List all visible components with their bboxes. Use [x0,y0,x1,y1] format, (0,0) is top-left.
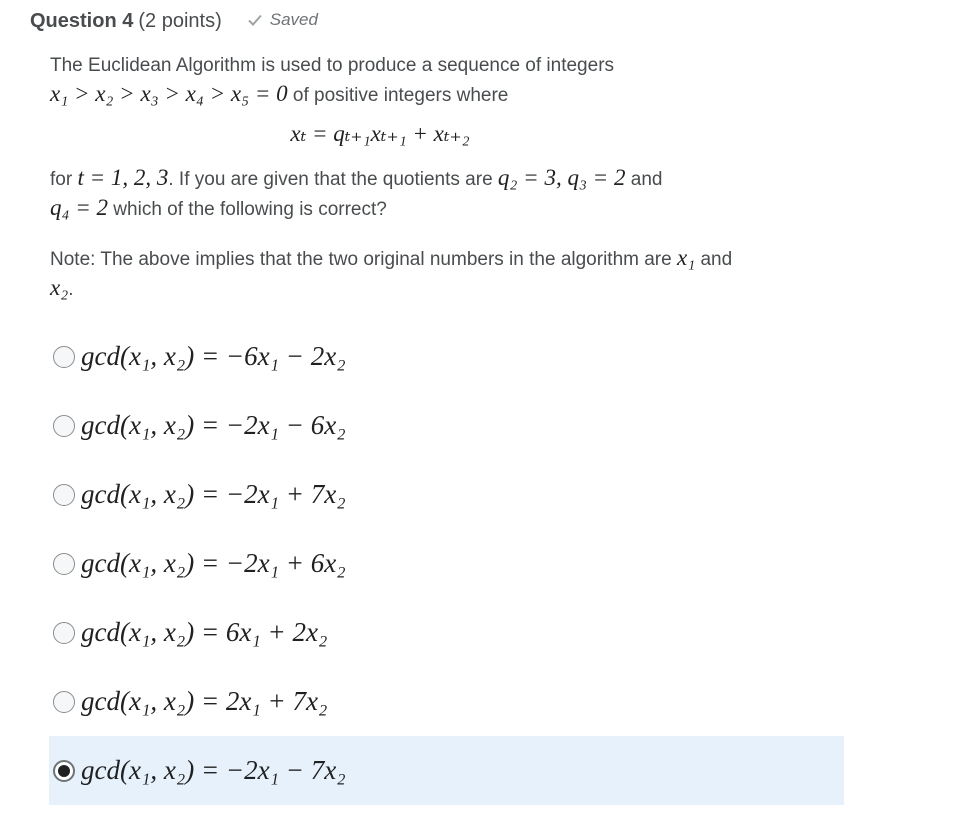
answer-option[interactable]: gcd(x₁, x₂) = −2x₁ − 6x₂ [49,391,844,460]
note-paragraph: Note: The above implies that the two ori… [50,244,850,304]
note-text: . [68,279,74,300]
answer-option[interactable]: gcd(x₁, x₂) = −2x₁ + 6x₂ [49,529,844,598]
stem-sequence-math: x₁ > x₂ > x₃ > x₄ > x₅ = 0 [50,81,288,106]
saved-status: Saved [248,10,318,30]
stem-line1-text: The Euclidean Algorithm is used to produ… [50,55,615,76]
stem-text: which of the following is correct? [108,199,387,220]
answer-options: gcd(x₁, x₂) = −6x₁ − 2x₂ gcd(x₁, x₂) = −… [49,322,844,805]
option-label[interactable]: gcd(x₁, x₂) = −2x₁ − 7x₂ [81,755,346,786]
option-label[interactable]: gcd(x₁, x₂) = −2x₁ + 7x₂ [81,479,346,510]
q4-math: q₄ = 2 [50,195,109,220]
display-equation: xₜ = qₜ₊₁xₜ₊₁ + xₜ₊₂ [50,120,850,150]
note-x1-math: x₁ [676,245,696,270]
radio-button[interactable] [53,552,75,575]
option-label[interactable]: gcd(x₁, x₂) = −6x₁ − 2x₂ [81,341,346,372]
option-label[interactable]: gcd(x₁, x₂) = −2x₁ − 6x₂ [81,410,346,441]
answer-option[interactable]: gcd(x₁, x₂) = −2x₁ − 7x₂ [49,736,844,805]
answer-option[interactable]: gcd(x₁, x₂) = 6x₁ + 2x₂ [49,598,844,667]
t-values-math: t = 1, 2, 3 [77,165,169,190]
radio-button[interactable] [53,690,75,713]
answer-option[interactable]: gcd(x₁, x₂) = −6x₁ − 2x₂ [49,322,844,391]
question-points: (2 points) [138,10,222,32]
quotients-math: q₂ = 3, q₃ = 2 [497,165,626,190]
stem-line2-text: of positive integers where [287,85,509,106]
note-text: Note: The above implies that the two ori… [50,249,677,270]
stem-text: for [50,169,78,190]
radio-button[interactable] [53,483,75,506]
radio-button[interactable] [53,621,75,644]
saved-label: Saved [269,10,318,29]
recurrence-equation: xₜ = qₜ₊₁xₜ₊₁ + xₜ₊₂ [290,121,470,146]
note-text: and [695,249,733,270]
option-label[interactable]: gcd(x₁, x₂) = 6x₁ + 2x₂ [81,617,327,648]
checkmark-icon [248,14,262,26]
answer-option[interactable]: gcd(x₁, x₂) = 2x₁ + 7x₂ [49,667,844,736]
stem-paragraph-1: The Euclidean Algorithm is used to produ… [50,52,850,110]
question-header: Question 4 (2 points) Saved [30,10,318,33]
stem-text: and [625,169,663,190]
stem-text: . If you are given that the quotients ar… [168,169,498,190]
option-label[interactable]: gcd(x₁, x₂) = 2x₁ + 7x₂ [81,686,327,717]
radio-button[interactable] [53,759,75,782]
radio-button[interactable] [53,345,75,368]
stem-paragraph-2: for t = 1, 2, 3. If you are given that t… [50,164,850,224]
option-label[interactable]: gcd(x₁, x₂) = −2x₁ + 6x₂ [81,548,346,579]
question-stem: The Euclidean Algorithm is used to produ… [50,52,850,304]
answer-option[interactable]: gcd(x₁, x₂) = −2x₁ + 7x₂ [49,460,844,529]
question-title: Question 4 [30,10,134,32]
note-x2-math: x₂ [50,275,69,300]
radio-button[interactable] [53,414,75,437]
